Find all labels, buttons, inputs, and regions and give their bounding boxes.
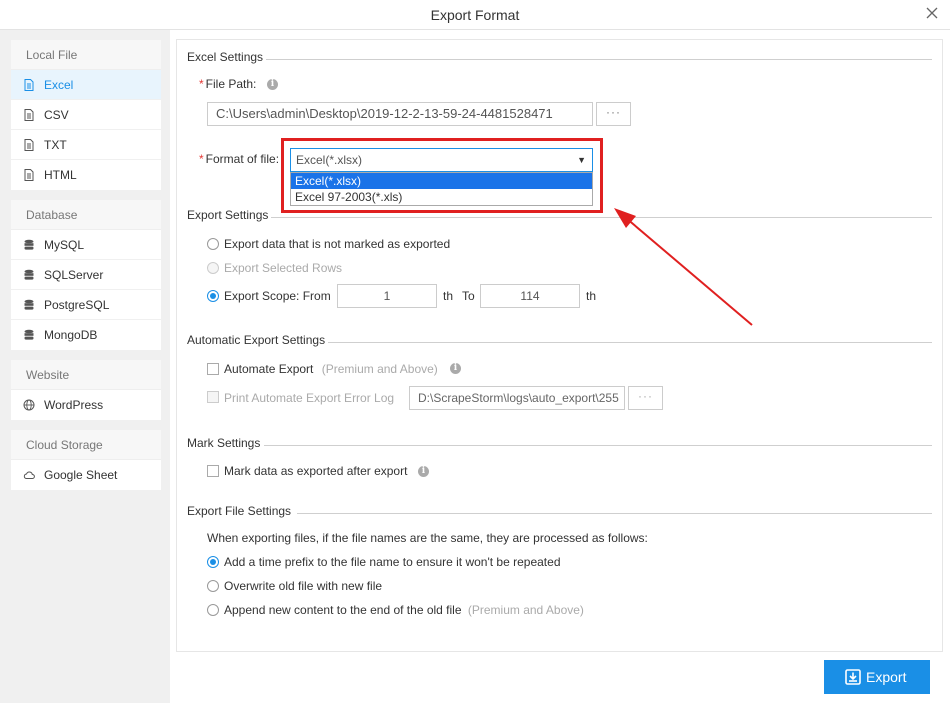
export-icon xyxy=(845,669,861,685)
settings-panel: Excel Settings * File Path: i C:\Users\ad… xyxy=(176,39,943,652)
sidebar-item-sqlserver[interactable]: SQLServer xyxy=(11,260,161,290)
radio-export-scope[interactable] xyxy=(207,290,219,302)
info-icon[interactable]: i xyxy=(418,466,429,477)
file-icon xyxy=(24,109,34,121)
radio-overwrite[interactable] xyxy=(207,580,219,592)
export-unmarked-label: Export data that is not marked as export… xyxy=(224,237,451,251)
premium-note: (Premium and Above) xyxy=(321,362,438,376)
database-icon xyxy=(24,269,34,280)
format-label: * Format of file: xyxy=(199,152,279,166)
append-label: Append new content to the end of the old… xyxy=(224,603,584,617)
radio-append[interactable] xyxy=(207,604,219,616)
automate-export-text: Automate Export xyxy=(224,362,314,376)
info-icon[interactable]: i xyxy=(450,363,461,374)
sidebar-item-label: MongoDB xyxy=(44,328,98,342)
automate-export-checkbox[interactable] xyxy=(207,363,219,375)
sidebar-item-excel[interactable]: Excel xyxy=(11,70,161,100)
sidebar-group-website: Website WordPress xyxy=(11,360,161,420)
database-icon xyxy=(24,239,34,250)
sidebar-item-label: HTML xyxy=(44,168,77,182)
close-icon[interactable] xyxy=(922,3,942,23)
section-title-excel-settings: Excel Settings xyxy=(187,50,264,64)
database-icon xyxy=(24,329,34,340)
database-icon xyxy=(24,299,34,310)
sidebar-item-label: TXT xyxy=(44,138,67,152)
radio-export-selected-rows[interactable] xyxy=(207,262,219,274)
sidebar-group-cloud-storage: Cloud Storage Google Sheet xyxy=(11,430,161,490)
overwrite-label: Overwrite old file with new file xyxy=(224,579,383,593)
sidebar: Local File Excel CSV TXT HTML Database M… xyxy=(0,30,170,703)
scope-th-label: th xyxy=(443,289,454,303)
sidebar-item-label: Google Sheet xyxy=(44,468,118,482)
sidebar-group-title: Cloud Storage xyxy=(11,430,161,460)
sidebar-item-label: SQLServer xyxy=(44,268,104,282)
export-scope-label: Export Scope: From xyxy=(224,289,331,303)
file-settings-description: When exporting files, if the file names … xyxy=(207,531,648,545)
scope-from-input[interactable]: 1 xyxy=(337,284,437,308)
section-divider xyxy=(266,59,932,60)
browse-button[interactable]: ··· xyxy=(596,102,631,126)
error-log-label: Print Automate Export Error Log xyxy=(224,391,395,405)
sidebar-item-txt[interactable]: TXT xyxy=(11,130,161,160)
sidebar-item-label: PostgreSQL xyxy=(44,298,110,312)
section-title-export-file-settings: Export File Settings xyxy=(187,504,292,518)
export-button[interactable]: Export xyxy=(824,660,930,694)
premium-note: (Premium and Above) xyxy=(467,603,584,617)
export-selected-rows-label: Export Selected Rows xyxy=(224,261,343,275)
export-button-label: Export xyxy=(866,669,907,685)
sidebar-item-postgresql[interactable]: PostgreSQL xyxy=(11,290,161,320)
sidebar-group-title: Local File xyxy=(11,40,161,70)
sidebar-group-database: Database MySQL SQLServer PostgreSQL Mong… xyxy=(11,200,161,350)
file-path-label: * File Path: xyxy=(199,77,256,91)
file-icon xyxy=(24,169,34,181)
mark-exported-label: Mark data as exported after export xyxy=(224,464,408,478)
mark-exported-checkbox[interactable] xyxy=(207,465,219,477)
radio-export-unmarked[interactable] xyxy=(207,238,219,250)
section-divider xyxy=(297,513,932,514)
file-path-input[interactable]: C:\Users\admin\Desktop\2019-12-2-13-59-2… xyxy=(207,102,593,126)
scope-to-input[interactable]: 114 xyxy=(480,284,580,308)
sidebar-item-html[interactable]: HTML xyxy=(11,160,161,190)
section-title-export-settings: Export Settings xyxy=(187,208,269,222)
globe-icon xyxy=(23,399,35,411)
format-label-text: Format of file: xyxy=(205,152,280,166)
file-icon xyxy=(24,79,34,91)
sidebar-item-google-sheet[interactable]: Google Sheet xyxy=(11,460,161,490)
error-log-path-input[interactable]: D:\ScrapeStorm\logs\auto_export\255 xyxy=(409,386,625,410)
sidebar-item-csv[interactable]: CSV xyxy=(11,100,161,130)
cloud-icon xyxy=(23,471,35,479)
section-title-automatic-export: Automatic Export Settings xyxy=(187,333,326,347)
sidebar-item-wordpress[interactable]: WordPress xyxy=(11,390,161,420)
sidebar-item-label: WordPress xyxy=(44,398,104,412)
automate-export-label: Automate Export (Premium and Above) xyxy=(224,362,438,376)
file-path-label-text: File Path: xyxy=(205,77,257,91)
sidebar-item-mysql[interactable]: MySQL xyxy=(11,230,161,260)
window-title: Export Format xyxy=(430,7,520,23)
error-log-browse-button[interactable]: ··· xyxy=(628,386,663,410)
error-log-checkbox[interactable] xyxy=(207,391,219,403)
time-prefix-label: Add a time prefix to the file name to en… xyxy=(224,555,561,569)
sidebar-group-title: Database xyxy=(11,200,161,230)
sidebar-item-label: MySQL xyxy=(44,238,85,252)
scope-th-label: th xyxy=(586,289,597,303)
radio-time-prefix[interactable] xyxy=(207,556,219,568)
append-text: Append new content to the end of the old… xyxy=(224,603,462,617)
file-icon xyxy=(24,139,34,151)
sidebar-item-label: Excel xyxy=(44,78,74,92)
info-icon[interactable]: i xyxy=(267,79,278,90)
required-asterisk: * xyxy=(199,77,204,91)
sidebar-group-title: Website xyxy=(11,360,161,390)
required-asterisk: * xyxy=(199,152,204,166)
scope-to-label: To xyxy=(462,289,475,303)
sidebar-item-label: CSV xyxy=(44,108,69,122)
section-divider xyxy=(271,217,932,218)
section-divider xyxy=(264,445,932,446)
highlight-box xyxy=(281,138,603,213)
section-title-mark-settings: Mark Settings xyxy=(187,436,261,450)
title-bar: Export Format xyxy=(0,0,950,30)
sidebar-group-local-file: Local File Excel CSV TXT HTML xyxy=(11,40,161,190)
section-divider xyxy=(328,342,932,343)
sidebar-item-mongodb[interactable]: MongoDB xyxy=(11,320,161,350)
